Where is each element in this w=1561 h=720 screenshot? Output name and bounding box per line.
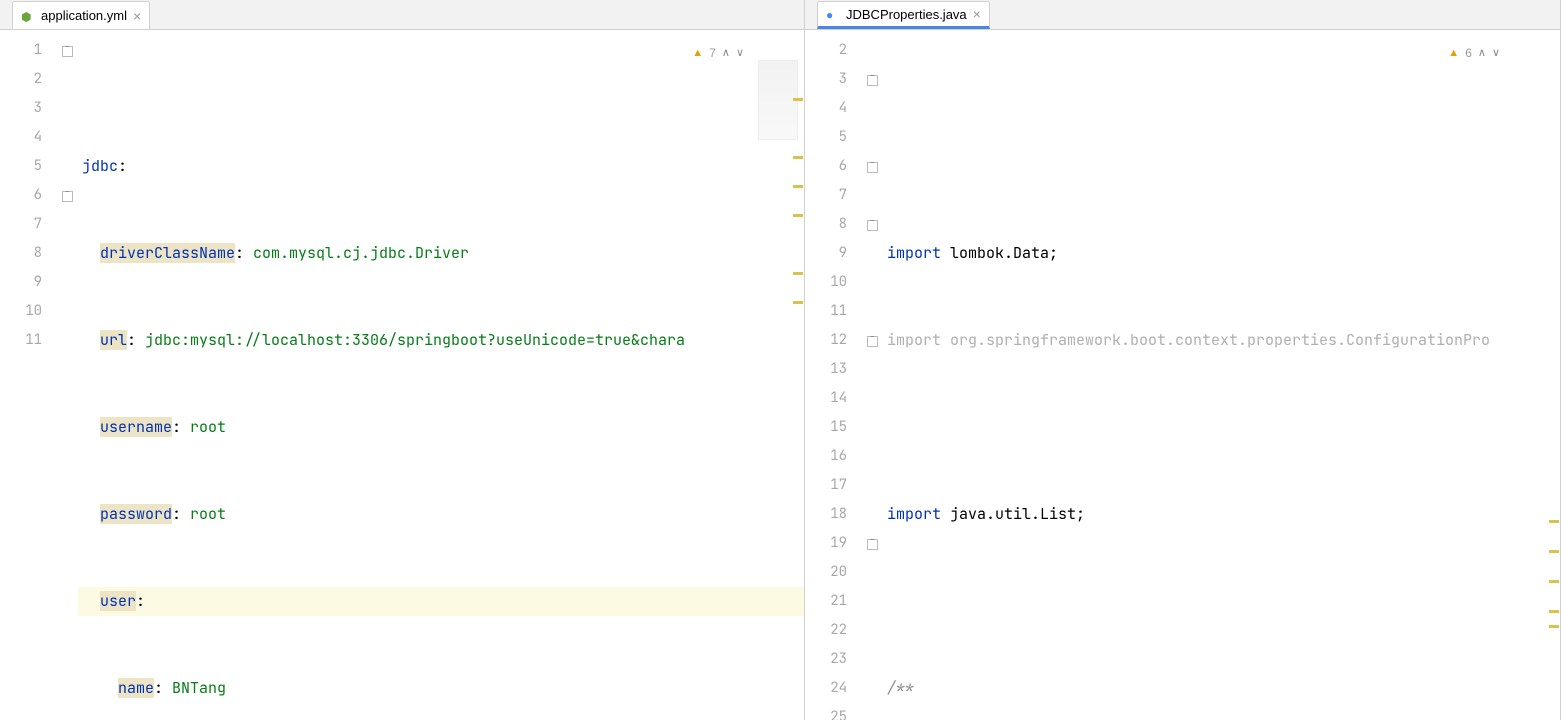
- fold-column[interactable]: [60, 30, 78, 720]
- line-gutter: 234 567 8910 111213 141516 171819 202122…: [805, 30, 865, 720]
- editor-right[interactable]: 234 567 8910 111213 141516 171819 202122…: [805, 30, 1560, 720]
- warning-icon: [692, 38, 703, 68]
- chevron-down-icon[interactable]: ∨: [1492, 39, 1500, 68]
- close-icon[interactable]: ×: [133, 8, 141, 24]
- tab-application-yml[interactable]: application.yml ×: [12, 1, 150, 29]
- close-icon[interactable]: ×: [973, 6, 981, 22]
- left-editor-pane: application.yml × 123 456 789 1011 7 ∧ ∨…: [0, 0, 805, 720]
- tab-jdbcproperties-java[interactable]: JDBCProperties.java ×: [817, 1, 990, 29]
- error-stripe[interactable]: [792, 60, 804, 720]
- warning-icon: [1448, 38, 1459, 68]
- chevron-down-icon[interactable]: ∨: [736, 39, 744, 68]
- inspection-badge[interactable]: 6 ∧ ∨: [1448, 38, 1500, 68]
- code-area[interactable]: 7 ∧ ∨ jdbc: driverClassName: com.mysql.c…: [78, 30, 804, 720]
- tab-label: JDBCProperties.java: [846, 7, 967, 22]
- tab-bar-left: application.yml ×: [0, 0, 804, 30]
- yml-file-icon: [21, 9, 35, 23]
- fold-column[interactable]: [865, 30, 883, 720]
- chevron-up-icon[interactable]: ∧: [722, 39, 730, 68]
- chevron-up-icon[interactable]: ∧: [1478, 39, 1486, 68]
- code-area[interactable]: 6 ∧ ∨ import lombok.Data; import org.spr…: [883, 30, 1560, 720]
- inspection-badge[interactable]: 7 ∧ ∨: [692, 38, 744, 68]
- error-stripe[interactable]: [1548, 60, 1560, 720]
- line-gutter: 123 456 789 1011: [0, 30, 60, 720]
- java-class-icon: [826, 7, 840, 21]
- editor-left[interactable]: 123 456 789 1011 7 ∧ ∨ jdbc: driverClass…: [0, 30, 804, 720]
- tab-bar-right: JDBCProperties.java ×: [805, 0, 1560, 30]
- right-editor-pane: JDBCProperties.java × 234 567 8910 11121…: [805, 0, 1561, 720]
- tab-label: application.yml: [41, 8, 127, 23]
